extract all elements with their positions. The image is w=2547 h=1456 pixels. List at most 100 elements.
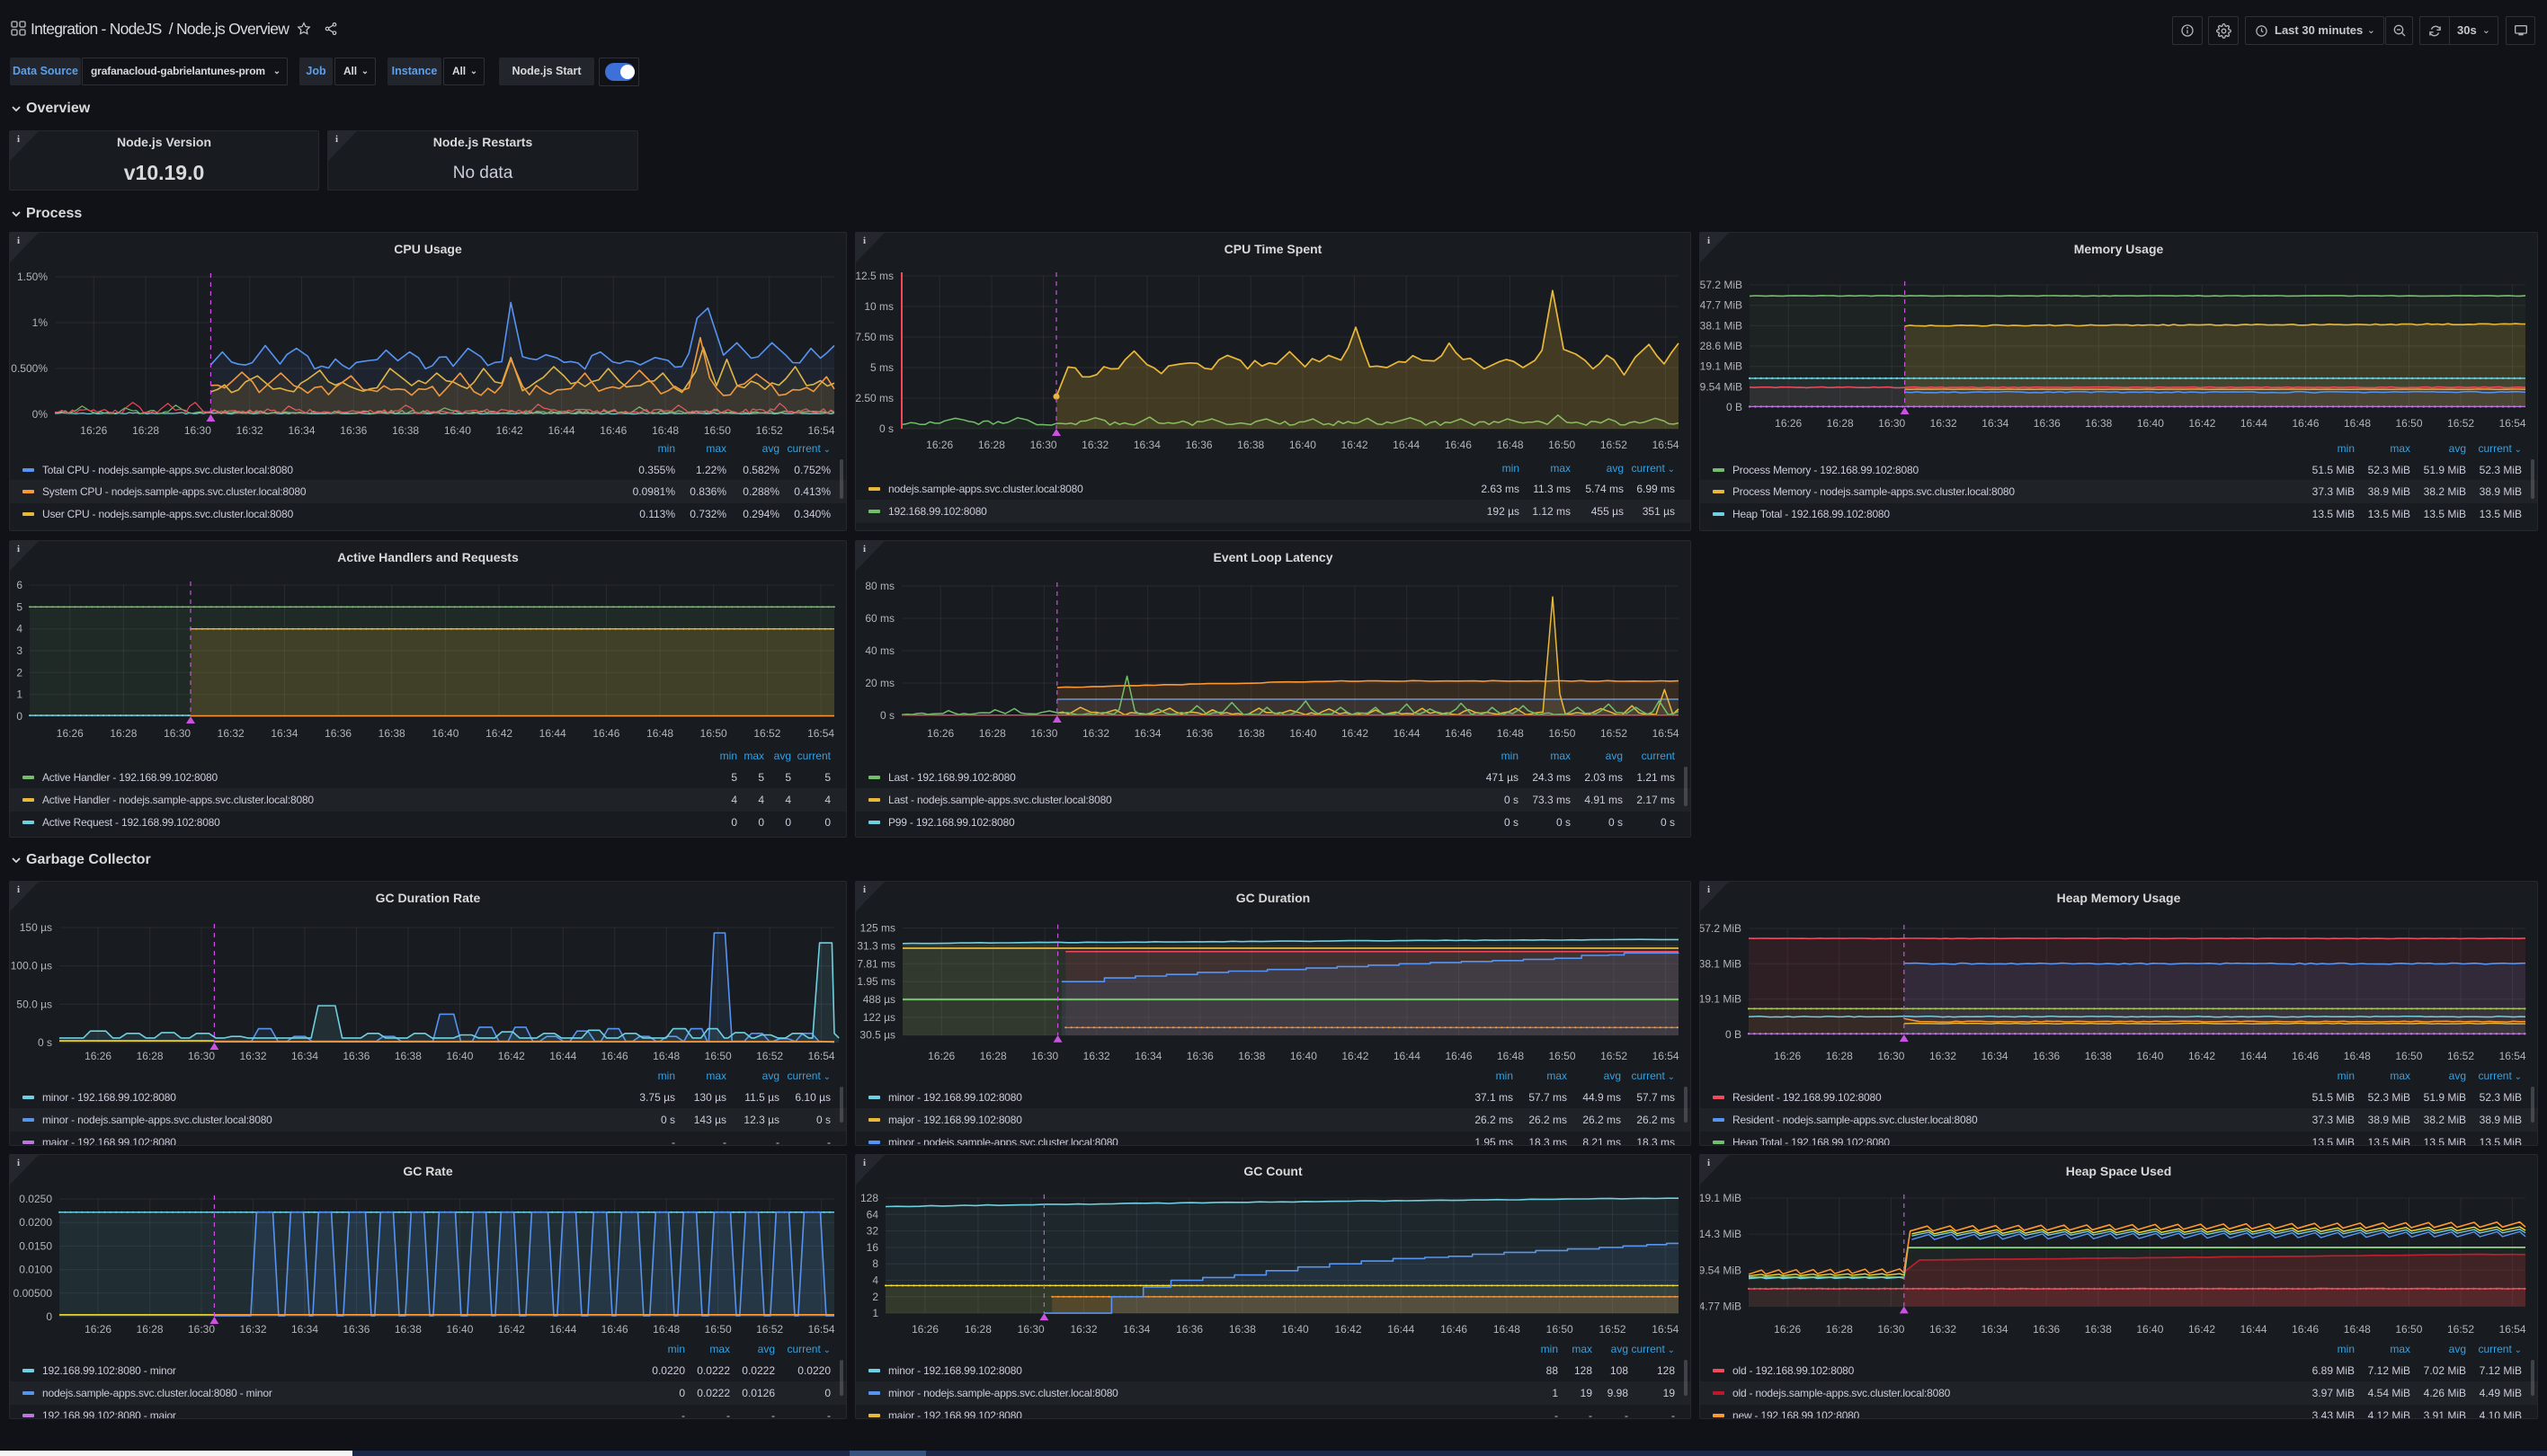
svg-text:16:44: 16:44 <box>549 1323 576 1336</box>
svg-text:125 ms: 125 ms <box>860 922 895 935</box>
svg-text:16:34: 16:34 <box>271 727 298 740</box>
svg-text:0.0100: 0.0100 <box>19 1264 52 1276</box>
svg-text:60 ms: 60 ms <box>865 612 895 625</box>
svg-text:16:40: 16:40 <box>432 727 459 740</box>
svg-text:0.00500: 0.00500 <box>13 1287 53 1300</box>
svg-text:16:38: 16:38 <box>378 727 405 740</box>
svg-text:16:32: 16:32 <box>1082 727 1109 740</box>
svg-text:16:26: 16:26 <box>928 1050 955 1062</box>
svg-text:16:32: 16:32 <box>1930 417 1957 430</box>
svg-text:16:28: 16:28 <box>965 1323 992 1336</box>
svg-text:16:40: 16:40 <box>2136 1050 2163 1062</box>
svg-text:19.1 MiB: 19.1 MiB <box>1700 1192 1741 1204</box>
svg-text:0.0150: 0.0150 <box>19 1239 52 1252</box>
svg-text:16:38: 16:38 <box>2085 417 2112 430</box>
svg-text:16:40: 16:40 <box>446 1323 473 1336</box>
svg-text:16:42: 16:42 <box>2188 1050 2215 1062</box>
svg-text:16:54: 16:54 <box>808 1050 835 1062</box>
svg-text:16:40: 16:40 <box>1289 727 1316 740</box>
svg-text:16:34: 16:34 <box>291 1050 318 1062</box>
svg-text:16:28: 16:28 <box>979 727 1006 740</box>
svg-text:16:28: 16:28 <box>110 727 137 740</box>
svg-text:16:36: 16:36 <box>1187 1050 1214 1062</box>
svg-text:64: 64 <box>867 1208 879 1221</box>
svg-text:16:42: 16:42 <box>1341 439 1368 451</box>
svg-text:8: 8 <box>872 1257 878 1270</box>
svg-text:16:34: 16:34 <box>291 1323 318 1336</box>
svg-text:16:50: 16:50 <box>704 424 731 437</box>
svg-text:5: 5 <box>16 600 22 613</box>
svg-text:16:52: 16:52 <box>756 424 783 437</box>
svg-text:16:40: 16:40 <box>444 424 471 437</box>
svg-text:16:52: 16:52 <box>2447 417 2474 430</box>
svg-text:9.54 MiB: 9.54 MiB <box>1700 1264 1741 1276</box>
svg-text:16:38: 16:38 <box>395 1050 422 1062</box>
svg-text:20 ms: 20 ms <box>865 677 895 689</box>
svg-text:16:30: 16:30 <box>1030 727 1057 740</box>
svg-text:16:36: 16:36 <box>2033 1050 2060 1062</box>
svg-text:4: 4 <box>872 1274 878 1287</box>
svg-text:16:50: 16:50 <box>1548 1050 1575 1062</box>
svg-text:5 ms: 5 ms <box>870 361 894 374</box>
svg-text:16:54: 16:54 <box>2499 417 2526 430</box>
svg-text:16:34: 16:34 <box>1981 1050 2008 1062</box>
svg-text:16:48: 16:48 <box>1497 1050 1524 1062</box>
svg-text:1: 1 <box>872 1307 878 1319</box>
svg-text:16:38: 16:38 <box>2085 1050 2112 1062</box>
svg-text:16:28: 16:28 <box>1826 1050 1853 1062</box>
svg-text:38.1 MiB: 38.1 MiB <box>1700 957 1741 970</box>
svg-text:16:52: 16:52 <box>756 1323 783 1336</box>
svg-text:16:50: 16:50 <box>1548 727 1575 740</box>
svg-text:16:48: 16:48 <box>1497 727 1524 740</box>
svg-text:38.1 MiB: 38.1 MiB <box>1700 319 1742 332</box>
svg-text:16:54: 16:54 <box>1652 1323 1679 1336</box>
svg-text:16:34: 16:34 <box>1981 1323 2008 1336</box>
svg-text:4.77 MiB: 4.77 MiB <box>1700 1300 1741 1312</box>
svg-text:16:32: 16:32 <box>1929 1050 1956 1062</box>
svg-text:150 µs: 150 µs <box>20 921 52 934</box>
svg-text:16:46: 16:46 <box>601 1050 628 1062</box>
svg-text:16:34: 16:34 <box>1123 1323 1150 1336</box>
svg-text:16:42: 16:42 <box>498 1050 525 1062</box>
svg-text:16:44: 16:44 <box>549 1050 576 1062</box>
svg-text:16:42: 16:42 <box>1334 1323 1361 1336</box>
svg-text:16:32: 16:32 <box>218 727 245 740</box>
svg-text:1.50%: 1.50% <box>17 271 48 283</box>
svg-text:16:38: 16:38 <box>395 1323 422 1336</box>
svg-text:47.7 MiB: 47.7 MiB <box>1700 299 1742 312</box>
svg-text:16:46: 16:46 <box>2292 417 2319 430</box>
svg-text:0 s: 0 s <box>38 1036 52 1049</box>
svg-text:16:48: 16:48 <box>2344 1323 2371 1336</box>
svg-text:16:54: 16:54 <box>807 727 834 740</box>
svg-text:6: 6 <box>16 579 22 591</box>
svg-text:16:28: 16:28 <box>978 439 1005 451</box>
svg-text:16:52: 16:52 <box>1599 1323 1625 1336</box>
svg-text:16:36: 16:36 <box>2033 1323 2060 1336</box>
svg-text:1: 1 <box>16 688 22 701</box>
svg-text:0: 0 <box>46 1310 52 1323</box>
svg-text:16:50: 16:50 <box>1548 439 1575 451</box>
svg-text:16:48: 16:48 <box>653 1323 680 1336</box>
svg-text:16:36: 16:36 <box>1186 439 1213 451</box>
svg-text:16:54: 16:54 <box>1652 727 1679 740</box>
svg-text:16:54: 16:54 <box>2499 1323 2526 1336</box>
svg-text:16:50: 16:50 <box>705 1323 732 1336</box>
svg-text:16:46: 16:46 <box>601 1323 628 1336</box>
svg-text:16:26: 16:26 <box>85 1323 111 1336</box>
svg-text:16:44: 16:44 <box>548 424 574 437</box>
svg-text:122 µs: 122 µs <box>863 1011 895 1024</box>
svg-text:16: 16 <box>867 1241 879 1254</box>
svg-text:16:32: 16:32 <box>236 424 263 437</box>
svg-text:16:40: 16:40 <box>2136 1323 2163 1336</box>
svg-text:16:38: 16:38 <box>2085 1323 2112 1336</box>
svg-text:16:46: 16:46 <box>1440 1323 1467 1336</box>
svg-text:16:28: 16:28 <box>1826 1323 1853 1336</box>
svg-text:16:40: 16:40 <box>446 1050 473 1062</box>
svg-text:16:36: 16:36 <box>1186 727 1213 740</box>
svg-text:32: 32 <box>867 1225 879 1238</box>
svg-text:16:44: 16:44 <box>1393 439 1420 451</box>
svg-text:0 B: 0 B <box>1725 1028 1741 1041</box>
svg-text:10 ms: 10 ms <box>864 300 894 313</box>
svg-text:16:34: 16:34 <box>1134 439 1161 451</box>
svg-text:16:26: 16:26 <box>912 1323 939 1336</box>
